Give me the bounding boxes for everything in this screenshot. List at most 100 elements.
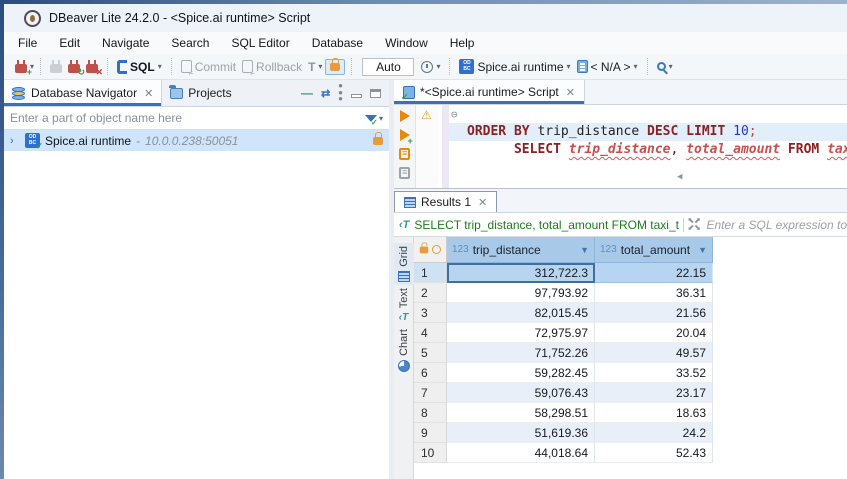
expand-panel-icon[interactable]: ⬉⬈⬋⬊ <box>687 218 700 232</box>
toolbar-separator <box>40 58 41 75</box>
menu-window[interactable]: Window <box>385 36 428 50</box>
commit-button[interactable]: Commit <box>178 58 239 76</box>
tab-results-1[interactable]: Results 1 ✕ <box>394 191 497 212</box>
filter-funnel-icon[interactable] <box>365 115 377 122</box>
tab-database-navigator[interactable]: Database Navigator ✕ <box>4 80 162 106</box>
rollback-button[interactable]: Rollback <box>239 58 305 76</box>
timeout-caret[interactable]: ▾ <box>436 62 440 71</box>
cell-total-amount[interactable]: 23.17 <box>595 383 713 403</box>
row-number[interactable]: 3 <box>414 303 447 323</box>
cell-total-amount[interactable]: 52.43 <box>595 443 713 463</box>
new-connection-button[interactable]: + <box>12 59 30 75</box>
commit-mode-combo[interactable]: Auto <box>362 58 414 76</box>
transaction-log-button[interactable]: T ▾ <box>305 58 325 76</box>
transaction-caret[interactable]: ▾ <box>318 62 322 71</box>
transaction-timeout-button[interactable]: ▾ <box>418 59 443 75</box>
connection-caret[interactable]: ▾ <box>567 62 571 71</box>
explain-plan-icon[interactable] <box>399 167 410 179</box>
commit-label: Commit <box>195 60 236 74</box>
sql-line-1[interactable]: ⊖ SELECT trip_distance, total_amount FRO… <box>449 105 847 123</box>
cell-total-amount[interactable]: 20.04 <box>595 323 713 343</box>
menu-navigate[interactable]: Navigate <box>102 36 149 50</box>
collapse-icon[interactable]: ⊖ <box>451 106 458 124</box>
sort-icon[interactable]: ▼ <box>698 245 707 255</box>
cell-total-amount[interactable]: 18.63 <box>595 403 713 423</box>
presentation-tab-chart[interactable]: Chart <box>394 326 414 375</box>
execute-script-icon[interactable] <box>399 148 410 160</box>
cell-trip-distance[interactable]: 51,619.36 <box>447 423 595 443</box>
menu-search[interactable]: Search <box>171 36 209 50</box>
tree-item-connection[interactable]: › ODBC✓ Spice.ai runtime - 10.0.0.238:50… <box>4 130 389 151</box>
cell-total-amount[interactable]: 22.15 <box>595 263 713 283</box>
editor-ruler <box>442 105 449 188</box>
collapse-all-icon[interactable]: — <box>301 86 313 100</box>
cell-trip-distance[interactable]: 72,975.97 <box>447 323 595 343</box>
active-database-value: < N/A > <box>591 60 631 74</box>
search-caret[interactable]: ▾ <box>669 62 673 71</box>
close-icon[interactable]: ✕ <box>144 87 153 100</box>
minimize-icon[interactable] <box>351 94 362 98</box>
sql-token: trip_distance <box>537 124 647 139</box>
cell-total-amount[interactable]: 33.52 <box>595 363 713 383</box>
table-corner-cell[interactable] <box>414 237 447 263</box>
reconnect-button[interactable]: ↻ <box>65 59 83 75</box>
tab-sql-script[interactable]: *<Spice.ai runtime> Script ✕ <box>394 80 585 104</box>
link-editor-icon[interactable]: ⇄ <box>321 87 330 100</box>
search-button[interactable]: ▾ <box>654 60 676 73</box>
cell-trip-distance[interactable]: 44,018.64 <box>447 443 595 463</box>
row-number[interactable]: 10 <box>414 443 447 463</box>
presentation-tab-grid[interactable]: Grid <box>394 243 414 285</box>
filter-caret[interactable]: ▾ <box>379 114 383 123</box>
row-number[interactable]: 1 <box>414 263 447 283</box>
expand-chevron-icon[interactable]: › <box>10 135 20 147</box>
column-header-total-amount[interactable]: 123 total_amount ▼ <box>595 237 713 263</box>
row-number[interactable]: 5 <box>414 343 447 363</box>
row-number[interactable]: 8 <box>414 403 447 423</box>
object-filter-input[interactable]: Enter a part of object name here ▾ <box>4 107 389 130</box>
tab-projects[interactable]: Projects <box>162 80 239 106</box>
column-header-trip-distance[interactable]: 123 trip_distance ▼ <box>447 237 595 263</box>
sql-expression-placeholder[interactable]: Enter a SQL expression to <box>706 218 847 232</box>
maximize-icon[interactable] <box>370 89 381 98</box>
connect-button[interactable] <box>47 59 65 75</box>
connection-lock-toggle[interactable] <box>325 59 345 75</box>
row-number[interactable]: 7 <box>414 383 447 403</box>
cell-trip-distance[interactable]: 59,282.45 <box>447 363 595 383</box>
sort-icon[interactable]: ▼ <box>580 245 589 255</box>
menu-file[interactable]: File <box>18 36 37 50</box>
cell-total-amount[interactable]: 49.57 <box>595 343 713 363</box>
disconnect-button[interactable]: ✕ <box>83 59 101 75</box>
execute-new-tab-icon[interactable]: + <box>400 129 410 141</box>
sql-editor[interactable]: + ⚠ ⊖ SELECT trip_distance, total_amount… <box>394 105 847 188</box>
code-area[interactable]: ⊖ SELECT trip_distance, total_amount FRO… <box>449 105 847 188</box>
cell-trip-distance[interactable]: 97,793.92 <box>447 283 595 303</box>
row-number[interactable]: 4 <box>414 323 447 343</box>
cell-total-amount[interactable]: 36.31 <box>595 283 713 303</box>
sql-editor-caret[interactable]: ▾ <box>158 62 162 71</box>
sql-editor-button[interactable]: SQL ▾ <box>114 58 165 76</box>
row-number[interactable]: 6 <box>414 363 447 383</box>
scroll-left-icon[interactable]: ◀ <box>677 168 682 186</box>
cell-total-amount[interactable]: 24.2 <box>595 423 713 443</box>
row-number[interactable]: 9 <box>414 423 447 443</box>
close-icon[interactable]: ✕ <box>478 196 487 209</box>
database-caret[interactable]: ▾ <box>634 62 638 71</box>
view-menu-icon[interactable]: ●●● <box>338 83 343 102</box>
sql-line-2[interactable]: ORDER BY trip_distance DESC LIMIT 10; <box>449 123 847 141</box>
cell-total-amount[interactable]: 21.56 <box>595 303 713 323</box>
cell-trip-distance[interactable]: 71,752.26 <box>447 343 595 363</box>
row-number[interactable]: 2 <box>414 283 447 303</box>
presentation-tab-text[interactable]: Text ‹T <box>394 285 414 326</box>
menu-database[interactable]: Database <box>312 36 363 50</box>
cell-trip-distance[interactable]: 82,015.45 <box>447 303 595 323</box>
cell-trip-distance[interactable]: 58,298.51 <box>447 403 595 423</box>
close-icon[interactable]: ✕ <box>566 86 575 99</box>
active-connection-selector[interactable]: ODBC Spice.ai runtime ▾ <box>456 57 573 76</box>
execute-statement-icon[interactable] <box>400 110 410 122</box>
menu-sql-editor[interactable]: SQL Editor <box>231 36 289 50</box>
menu-help[interactable]: Help <box>450 36 475 50</box>
menu-edit[interactable]: Edit <box>59 36 80 50</box>
active-database-selector[interactable]: < N/A > ▾ <box>574 58 641 76</box>
cell-trip-distance[interactable]: 59,076.43 <box>447 383 595 403</box>
cell-trip-distance[interactable]: 312,722.3 <box>447 263 595 283</box>
